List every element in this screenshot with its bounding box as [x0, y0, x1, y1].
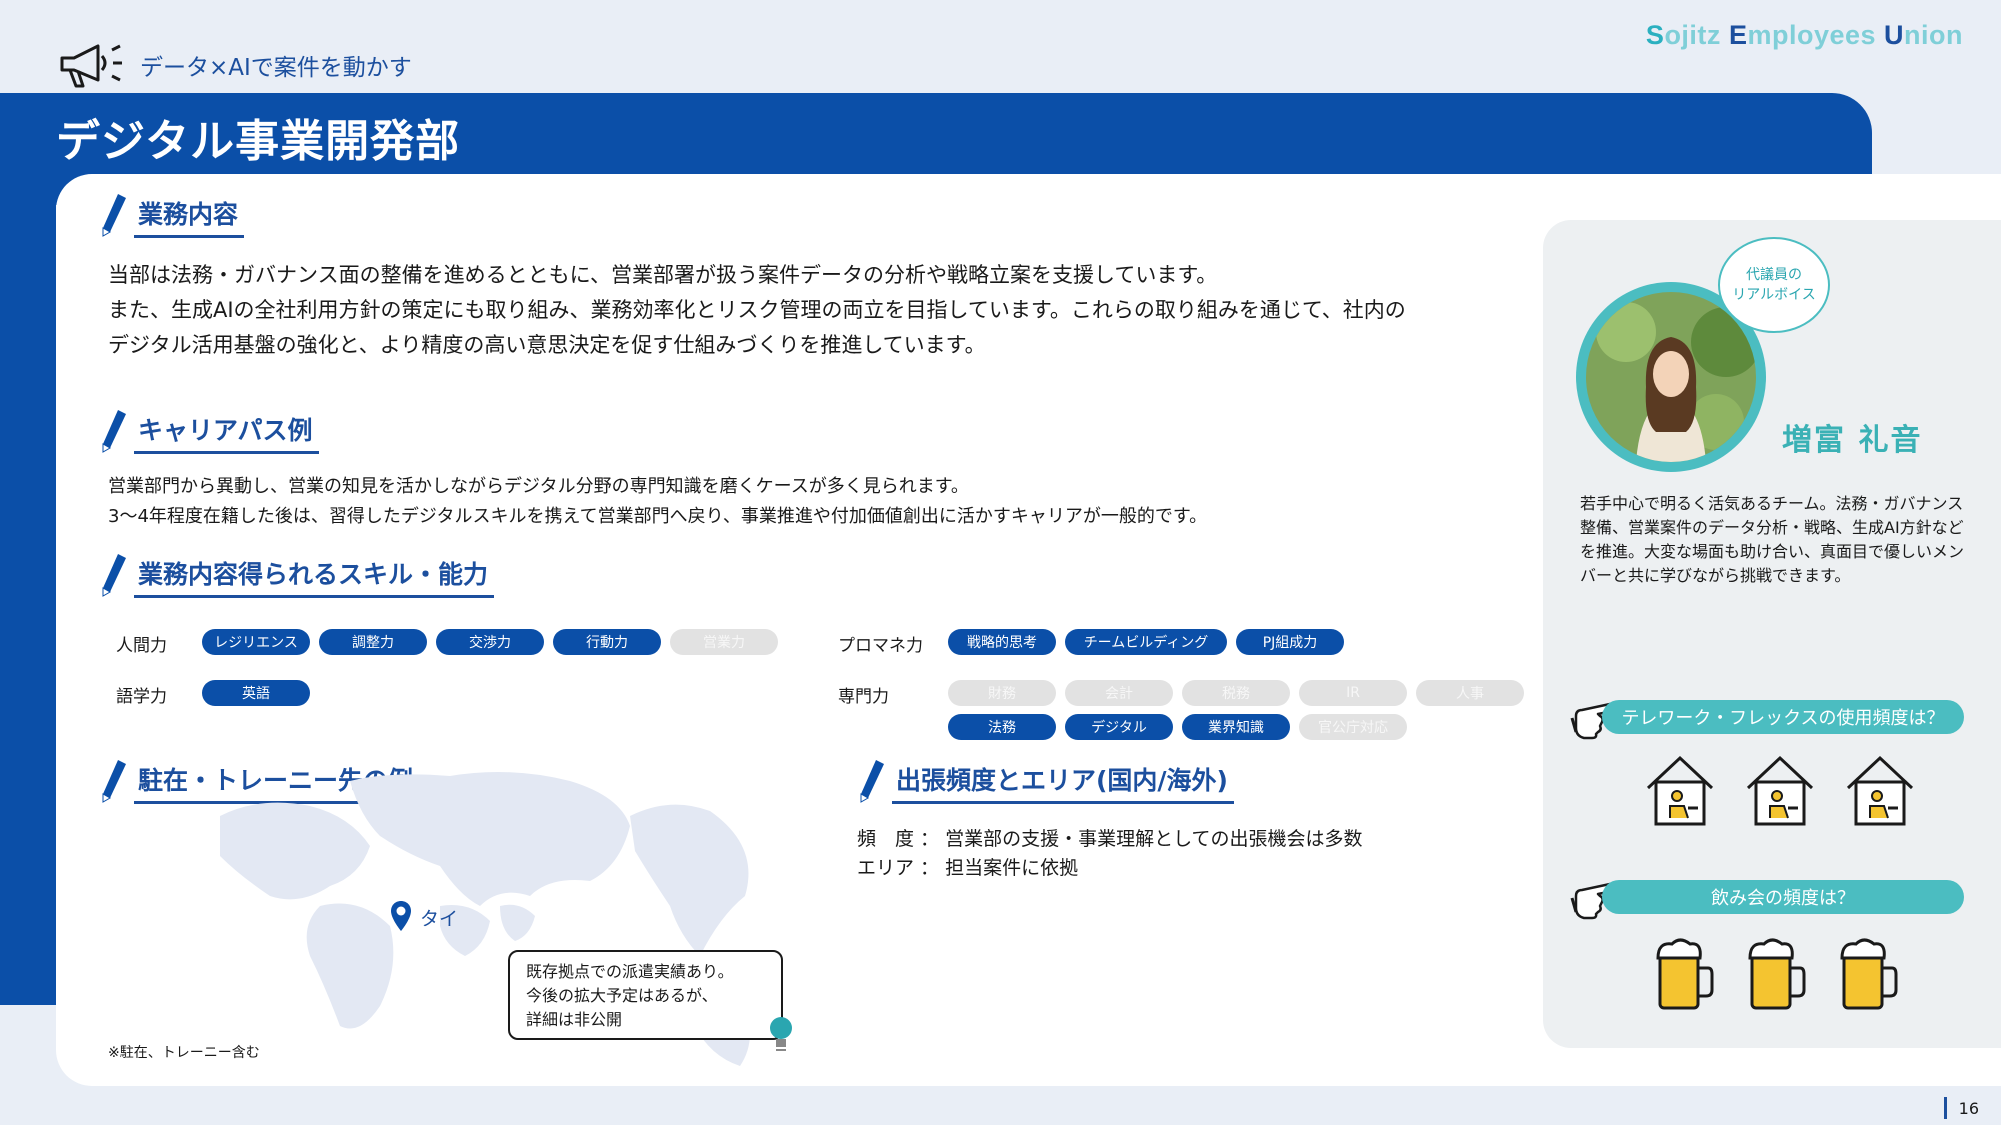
posting-note: ※駐在、トレーニー含む — [108, 1045, 260, 1061]
section-heading-trip: 出張頻度とエリア(国内/海外) — [858, 758, 1234, 804]
business-description: 当部は法務・ガバナンス面の整備を進めるとともに、営業部署が扱う案件データの分析や… — [108, 263, 1406, 357]
skill-chip: チームビルディング — [1065, 629, 1227, 655]
skill-chip: 戦略的思考 — [948, 629, 1056, 655]
skill-chip-inactive: IR — [1299, 680, 1407, 706]
skill-label-expert: 専門力 — [838, 687, 889, 707]
section-heading-business: 業務内容 — [100, 192, 245, 238]
pencil-icon — [102, 554, 126, 597]
pencil-icon — [860, 760, 884, 803]
question-telework: テレワーク・フレックスの使用頻度は？ — [1602, 700, 1964, 734]
drinking-rating — [1652, 936, 1900, 1012]
voice-comment: 若手中心で明るく活気あるチーム。法務・ガバナンス 整備、営業案件のデータ分析・戦… — [1580, 494, 1965, 585]
question-drinking: 飲み会の頻度は？ — [1602, 880, 1964, 914]
career-description: 営業部門から異動し、営業の知見を活かしながらデジタル分野の専門知識を磨くケースが… — [108, 476, 1208, 527]
skill-chip: レジリエンス — [202, 629, 310, 655]
header-subtitle-bar: データ×AIで案件を動かす — [56, 40, 412, 90]
skill-chip-inactive: 税務 — [1182, 680, 1290, 706]
skill-chip-inactive: 営業力 — [670, 629, 778, 655]
skill-label-human: 人間力 — [116, 636, 167, 656]
skill-label-language: 語学力 — [116, 687, 167, 707]
beer-mug-icon — [1840, 938, 1898, 1010]
section-heading-skills: 業務内容得られるスキル・能力 — [100, 552, 495, 598]
pencil-icon — [102, 760, 126, 803]
skill-chip-inactive: 人事 — [1416, 680, 1524, 706]
left-accent-strip — [0, 200, 56, 1005]
real-voice-bubble: 代議員の リアルボイス — [1718, 237, 1830, 333]
skill-chip: 英語 — [202, 680, 310, 706]
skill-chip: 行動力 — [553, 629, 661, 655]
home-work-icon — [1846, 755, 1914, 826]
skill-label-pm: プロマネ力 — [838, 636, 923, 656]
telework-rating — [1644, 752, 1916, 828]
portrait-photo — [1586, 292, 1756, 462]
beer-mug-icon — [1748, 938, 1806, 1010]
skill-chip: 法務 — [948, 714, 1056, 740]
trip-description: 頻 度 ： 営業部の支援・事業理解としての出張機会は多数 エリア ： 担当案件に… — [857, 828, 1363, 879]
skill-chip: 業界知識 — [1182, 714, 1290, 740]
page-title: デジタル事業開発部 — [56, 116, 461, 167]
skill-chip-inactive: 財務 — [948, 680, 1056, 706]
brand-logo: Sojitz Employees Union — [1645, 20, 1963, 50]
skill-chip: デジタル — [1065, 714, 1173, 740]
posting-callout: 既存拠点での派遣実績あり。 今後の拡大予定はあるが、 詳細は非公開 — [508, 950, 783, 1040]
megaphone-icon — [60, 44, 122, 88]
pencil-icon — [102, 410, 126, 453]
lightbulb-icon — [770, 1017, 792, 1051]
skill-chip: 調整力 — [319, 629, 427, 655]
location-pin-icon — [391, 901, 411, 931]
beer-mug-icon — [1656, 938, 1714, 1010]
pencil-icon — [102, 194, 126, 237]
skill-chip-inactive: 会計 — [1065, 680, 1173, 706]
pin-label: タイ — [420, 908, 459, 930]
home-work-icon — [1646, 755, 1714, 826]
skill-chip: 交渉力 — [436, 629, 544, 655]
member-name: 増富 礼音 — [1782, 423, 1923, 458]
page-number: 16 — [1943, 1097, 1979, 1119]
skill-chip: PJ組成力 — [1236, 629, 1344, 655]
skill-chip-inactive: 官公庁対応 — [1299, 714, 1407, 740]
home-work-icon — [1746, 755, 1814, 826]
header-subtitle: データ×AIで案件を動かす — [140, 55, 412, 81]
section-heading-career: キャリアパス例 — [100, 408, 319, 454]
